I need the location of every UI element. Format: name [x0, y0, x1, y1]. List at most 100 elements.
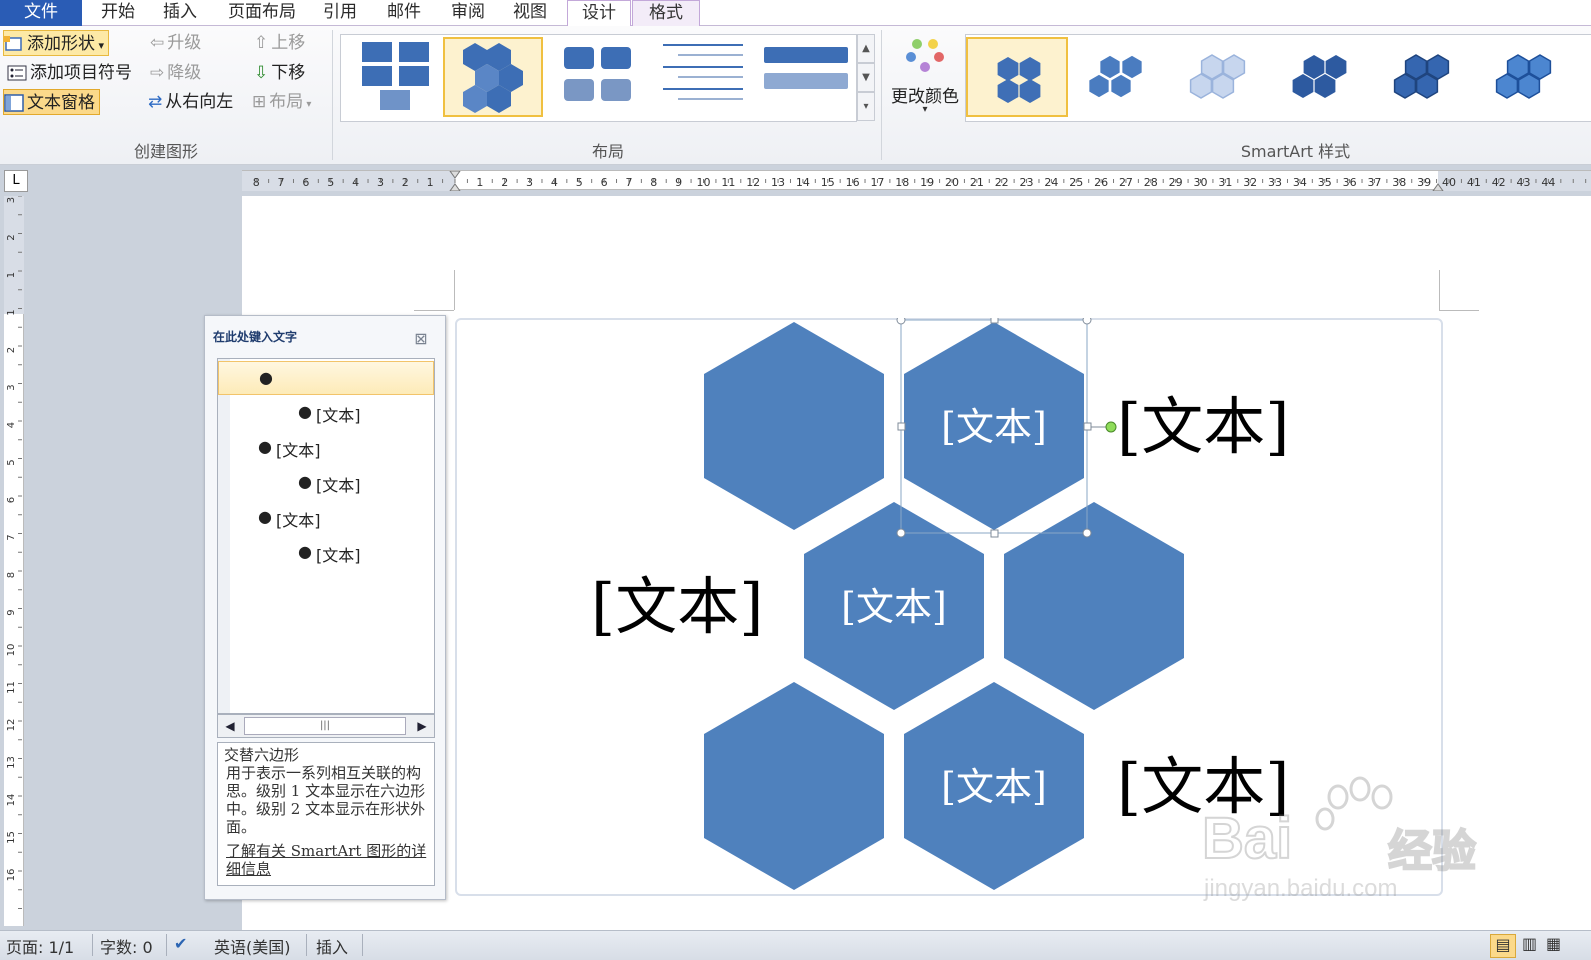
- right-to-left-button[interactable]: ⇄ 从右向左: [148, 89, 233, 115]
- list-item-text: [文本]: [316, 476, 361, 495]
- outer-label[interactable]: [文本]: [591, 570, 763, 643]
- horizontal-scrollbar[interactable]: ◀ ||| ▶: [217, 714, 435, 738]
- first-line-indent-marker[interactable]: [449, 171, 461, 179]
- gallery-scroll-down-icon[interactable]: ▼: [857, 63, 875, 92]
- word-count[interactable]: 字数: 0: [100, 934, 153, 958]
- promote-arrow-icon: ⇦: [150, 33, 165, 53]
- text-pane-title: 在此处键入文字: [213, 330, 298, 344]
- style-option-3[interactable]: [1172, 37, 1274, 117]
- hexagon-label[interactable]: [文本]: [841, 585, 947, 629]
- layout-option-4[interactable]: [653, 37, 753, 117]
- demote-label: 降级: [167, 63, 202, 83]
- promote-label: 升级: [167, 33, 202, 53]
- style-hexagon-mark: [997, 57, 1019, 81]
- style-thumb-dark-icon: [1292, 55, 1347, 98]
- tab-home[interactable]: 开始: [94, 0, 142, 26]
- ruler-number: 4: [6, 422, 17, 428]
- style-hexagon-mark: [1109, 73, 1133, 99]
- style-thumb-3d-icon: [1495, 54, 1552, 99]
- tab-view[interactable]: 视图: [506, 0, 554, 26]
- group-separator: [881, 30, 882, 160]
- hexagon-shape[interactable]: [704, 322, 884, 530]
- list-item[interactable]: ●: [218, 361, 434, 395]
- list-item-text: [文本]: [276, 441, 321, 460]
- vertical-ruler[interactable]: 3 2 1 1 2 3 4 5 6 7 8 9 10 11 12 13 14 15 16: [4, 196, 24, 926]
- promote-button[interactable]: ⇦ 升级: [150, 30, 201, 56]
- style-option-5[interactable]: [1376, 37, 1478, 117]
- layout-option-1[interactable]: [347, 37, 447, 117]
- style-hexagon-mark: [1303, 55, 1325, 79]
- learn-more-link[interactable]: 了解有关 SmartArt 图形的详细信息: [224, 842, 428, 878]
- smartart-styles-gallery: [965, 34, 1591, 122]
- proofing-icon[interactable]: ✔: [174, 934, 187, 953]
- text-pane-list[interactable]: ● ● [文本] ● [文本] ● [文本] ● [文本] ● [文本]: [217, 358, 435, 714]
- layout-option-5[interactable]: [756, 37, 856, 117]
- web-layout-icon[interactable]: ▦: [1546, 934, 1561, 953]
- insert-mode[interactable]: 插入: [316, 934, 348, 958]
- style-hexagon-mark: [1189, 73, 1213, 99]
- tab-design[interactable]: 设计: [567, 0, 631, 26]
- tab-stop-selector-icon[interactable]: L: [4, 170, 28, 192]
- language-indicator[interactable]: 英语(美国): [214, 934, 291, 958]
- scroll-thumb[interactable]: |||: [244, 717, 406, 735]
- style-option-2[interactable]: [1070, 37, 1172, 117]
- change-colors-button[interactable]: 更改颜色 ▾: [887, 32, 963, 124]
- style-option-6[interactable]: [1478, 37, 1580, 117]
- list-item[interactable]: ● [文本]: [218, 536, 434, 570]
- move-down-button[interactable]: ⇩ 下移: [254, 60, 305, 86]
- horizontal-ruler[interactable]: 8765432112345678910111213141516171819202…: [242, 170, 1591, 191]
- page-count[interactable]: 页面: 1/1: [6, 934, 74, 958]
- ruler-number: 8: [6, 572, 17, 578]
- gallery-scroll-up-icon[interactable]: ▲: [857, 34, 875, 63]
- bullet-icon: ●: [298, 542, 312, 561]
- hanging-indent-marker[interactable]: [449, 183, 461, 191]
- list-item[interactable]: ● [文本]: [218, 466, 434, 500]
- list-item[interactable]: ● [文本]: [218, 396, 434, 430]
- outer-label[interactable]: [文本]: [1117, 390, 1289, 463]
- style-hexagon-mark: [1495, 73, 1519, 99]
- style-option-4[interactable]: [1274, 37, 1376, 117]
- ruler-number: 10: [6, 644, 17, 657]
- list-item[interactable]: ● [文本]: [218, 501, 434, 535]
- demote-button[interactable]: ⇨ 降级: [150, 60, 201, 86]
- tab-page-layout[interactable]: 页面布局: [222, 0, 302, 26]
- move-up-button[interactable]: ⇧ 上移: [254, 30, 305, 56]
- style-option-1[interactable]: [966, 37, 1068, 117]
- down-arrow-icon: ⇩: [254, 63, 269, 83]
- add-bullet-button[interactable]: 添加项目符号: [7, 60, 132, 86]
- ruler-number: 5: [6, 459, 17, 465]
- full-screen-reading-icon[interactable]: ▥: [1522, 934, 1537, 953]
- tab-insert[interactable]: 插入: [156, 0, 204, 26]
- tab-format[interactable]: 格式: [632, 0, 700, 26]
- layout-name: 交替六边形: [224, 746, 300, 764]
- list-item[interactable]: ● [文本]: [218, 431, 434, 465]
- layout-option-hexagons[interactable]: [443, 37, 543, 117]
- scroll-left-icon[interactable]: ◀: [218, 715, 242, 737]
- layout-thumb-blocks-icon: [362, 42, 429, 110]
- tab-references[interactable]: 引用: [316, 0, 364, 26]
- close-icon[interactable]: ⊠: [412, 331, 430, 347]
- text-pane-icon: [4, 94, 24, 112]
- style-thumb-light-icon: [1189, 54, 1246, 99]
- hexagon-label[interactable]: [文本]: [941, 405, 1047, 449]
- text-pane: 在此处键入文字 ⊠ ● ● [文本] ● [文本] ● [文本] ● [文本] ● [文本…: [204, 315, 446, 900]
- group-separator: [332, 30, 333, 160]
- tab-file[interactable]: 文件: [0, 0, 82, 26]
- tab-review[interactable]: 审阅: [444, 0, 492, 26]
- style-thumb-flat-icon: [997, 57, 1041, 103]
- bullet-icon: ●: [259, 368, 273, 387]
- bullet-icon: ●: [298, 402, 312, 421]
- text-pane-button[interactable]: 文本窗格: [3, 89, 100, 115]
- print-layout-icon[interactable]: ▤: [1490, 934, 1516, 958]
- layout-option-3[interactable]: [549, 37, 649, 117]
- layout-button[interactable]: ⊞ 布局 ▾: [252, 89, 311, 115]
- hexagon-shape[interactable]: [704, 682, 884, 890]
- layout-thumb-list-icon: [663, 44, 743, 100]
- tab-mailings[interactable]: 邮件: [380, 0, 428, 26]
- scroll-right-icon[interactable]: ▶: [410, 715, 434, 737]
- gallery-more-icon[interactable]: ▾: [857, 92, 875, 121]
- style-hexagon-mark: [997, 79, 1019, 103]
- add-shape-button[interactable]: 添加形状 ▾: [3, 30, 110, 56]
- group-label-layouts: 布局: [591, 142, 624, 161]
- hexagon-label[interactable]: [文本]: [941, 765, 1047, 809]
